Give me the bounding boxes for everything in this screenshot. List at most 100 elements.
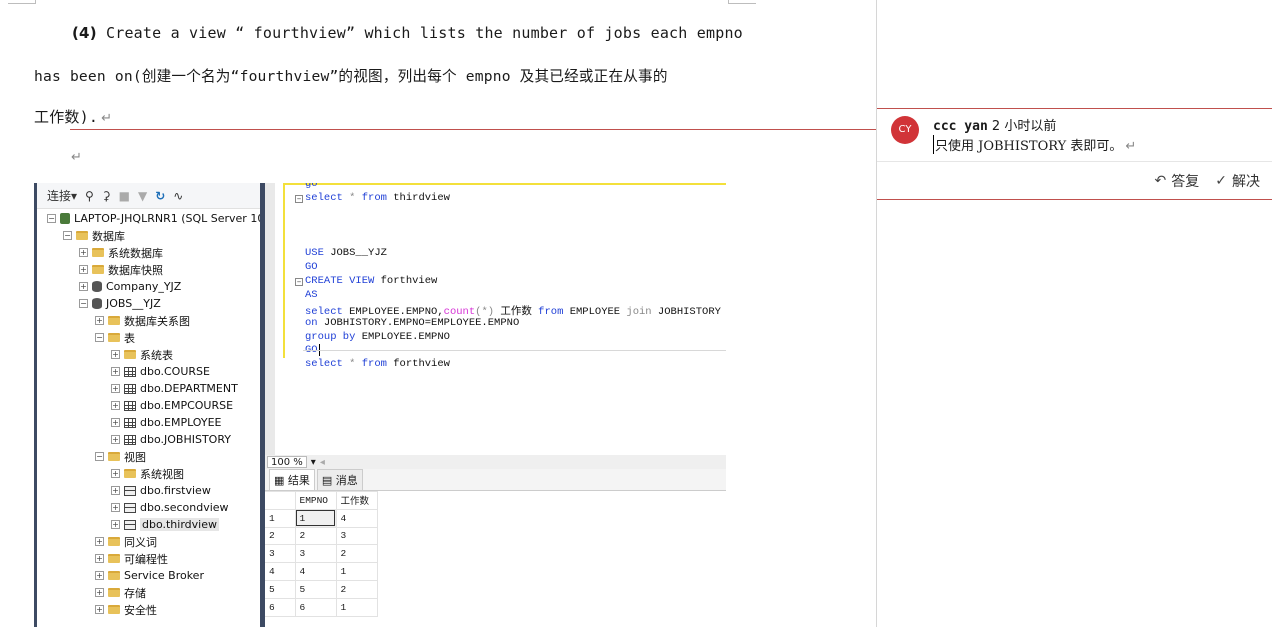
paragraph-line-3-text: 工作数). — [34, 108, 99, 126]
comment-text-content[interactable]: 只使用 JOBHISTORY 表即可。 — [935, 139, 1122, 154]
paragraph-line-1[interactable]: (4) Create a view “ fourthview” which li… — [72, 24, 743, 42]
comment-time: 2 小时以前 — [987, 119, 1057, 134]
folder-icon — [124, 469, 136, 478]
results-tabs: ▦ 结果 ▤ 消息 — [265, 469, 726, 491]
tree-system-databases: + 系统数据库 — [79, 246, 163, 260]
tree-service-broker: + Service Broker — [95, 569, 204, 582]
editor-change-bar-top — [285, 183, 726, 185]
tree-security: + 安全性 — [95, 603, 157, 617]
folder-icon — [76, 231, 88, 240]
tree-table-employee: + dbo.EMPLOYEE — [111, 416, 222, 429]
table-row: 441 — [265, 562, 378, 581]
server-icon — [60, 213, 70, 224]
tree-system-views: + 系统视图 — [111, 467, 184, 481]
collapse-icon: − — [295, 278, 303, 286]
folder-icon — [108, 537, 120, 546]
code-line-as: AS — [305, 289, 318, 301]
comments-pane: CY ccc yan 2 小时以前 只使用 JOBHISTORY 表即可。 ↵ ↶… — [876, 0, 1272, 627]
tree-db-snapshots: + 数据库快照 — [79, 263, 163, 277]
question-number: (4) — [72, 24, 97, 42]
comment-card[interactable]: CY ccc yan 2 小时以前 只使用 JOBHISTORY 表即可。 ↵ ↶… — [877, 108, 1272, 200]
comment-author-name: ccc yan — [933, 119, 988, 134]
connect-button: 连接▾ — [47, 189, 78, 203]
filter-icon: ▼ — [137, 188, 148, 203]
table-row: 552 — [265, 579, 378, 599]
code-line-group-by: group by EMPLOYEE.EMPNO — [305, 331, 450, 343]
folder-icon — [92, 248, 104, 257]
scroll-left-icon: ◂ — [319, 456, 325, 468]
avatar: CY — [891, 116, 919, 144]
tree-jobs-db: − JOBS__YJZ — [79, 297, 161, 310]
code-line-go-1: GO — [305, 261, 318, 273]
paragraph-mark: ↵ — [101, 111, 113, 126]
database-icon — [92, 298, 102, 309]
document-page: (4) Create a view “ fourthview” which li… — [0, 0, 876, 627]
comment-anchor-line — [70, 129, 876, 130]
table-row: 114 — [265, 508, 378, 528]
column-header-empno: EMPNO — [294, 491, 337, 510]
tree-programmability: + 可编程性 — [95, 552, 168, 566]
code-line-go-top: go — [305, 183, 318, 190]
ssms-screenshot-image[interactable]: 连接▾ ⚲ ⚳ ■ ▼ ↻ ∿ − LAPTOP-JHQLRNR1 (SQL Se… — [34, 183, 726, 627]
comment-divider — [877, 161, 1272, 162]
stop-icon: ■ — [118, 188, 130, 203]
resolve-button[interactable]: ✓ 解决 — [1215, 171, 1260, 191]
message-icon: ▤ — [321, 474, 336, 487]
disconnect-icon: ⚳ — [101, 188, 111, 203]
empty-paragraph[interactable]: ↵ — [68, 147, 82, 165]
tree-table-department: + dbo.DEPARTMENT — [111, 382, 238, 395]
selected-cell: 1 — [294, 508, 337, 528]
comment-paragraph-mark: ↵ — [1125, 139, 1137, 154]
comment-author: ccc yan 2 小时以前 — [933, 115, 1056, 134]
paragraph-mark-empty: ↵ — [71, 150, 83, 165]
view-icon — [124, 502, 136, 513]
folder-icon — [108, 605, 120, 614]
resolve-label: 解决 — [1232, 174, 1260, 190]
chevron-down-icon: ▾ — [310, 456, 316, 468]
crop-mark-left — [8, 0, 36, 4]
comment-text[interactable]: 只使用 JOBHISTORY 表即可。 ↵ — [933, 135, 1136, 154]
tree-view-first: + dbo.firstview — [111, 484, 211, 497]
paragraph-line-3[interactable]: 工作数). ↵ — [34, 106, 112, 127]
question-text: Create a view “ fourthview” which lists … — [96, 24, 743, 42]
tree-views: − 视图 — [95, 450, 146, 464]
paragraph-line-2[interactable]: has been on(创建一个名为“fourthview”的视图，列出每个 e… — [34, 65, 668, 86]
table-row: 332 — [265, 544, 378, 564]
connect-icon: ⚲ — [85, 188, 94, 203]
zoom-bar: 100 % ▾ ◂ — [265, 455, 726, 469]
table-icon — [124, 383, 136, 394]
zoom-select: 100 % — [267, 456, 307, 468]
refresh-icon: ↻ — [155, 188, 166, 203]
folder-icon — [108, 452, 120, 461]
collapse-icon: − — [295, 195, 303, 203]
folder-icon — [108, 588, 120, 597]
current-line-marker — [303, 350, 726, 351]
table-row: 661 — [265, 597, 378, 617]
code-line-on: on JOBHISTORY.EMPNO=EMPLOYEE.EMPNO — [305, 317, 520, 329]
table-icon — [124, 366, 136, 377]
folder-icon — [108, 333, 120, 342]
code-line-select-thirdview: select * from thirdview — [305, 192, 450, 204]
folder-icon — [108, 316, 120, 325]
tree-tables: − 表 — [95, 331, 135, 345]
reply-label: 答复 — [1171, 174, 1200, 190]
code-line-create-view: CREATE VIEW forthview — [305, 275, 438, 287]
folder-icon — [92, 265, 104, 274]
table-icon — [124, 434, 136, 445]
tree-table-jobhistory: + dbo.JOBHISTORY — [111, 433, 231, 446]
tree-synonyms: + 同义词 — [95, 535, 157, 549]
activity-icon: ∿ — [173, 188, 184, 203]
resolve-check-icon: ✓ — [1215, 173, 1227, 189]
grid-icon: ▦ — [274, 474, 288, 487]
folder-icon — [124, 350, 136, 359]
reply-button[interactable]: ↶ 答复 — [1155, 171, 1200, 191]
tree-view-third: + dbo.thirdview — [111, 518, 219, 531]
row-header-corner — [265, 491, 296, 510]
table-icon — [124, 417, 136, 428]
tab-results: ▦ 结果 — [269, 469, 315, 490]
folder-icon — [108, 571, 120, 580]
code-line-select-count: select EMPLOYEE.EMPNO,count(*) 工作数 from … — [305, 306, 721, 318]
code-line-select-forthview: select * from forthview — [305, 358, 450, 370]
tree-server: − LAPTOP-JHQLRNR1 (SQL Server 10 — [47, 212, 265, 225]
tree-table-course: + dbo.COURSE — [111, 365, 210, 378]
